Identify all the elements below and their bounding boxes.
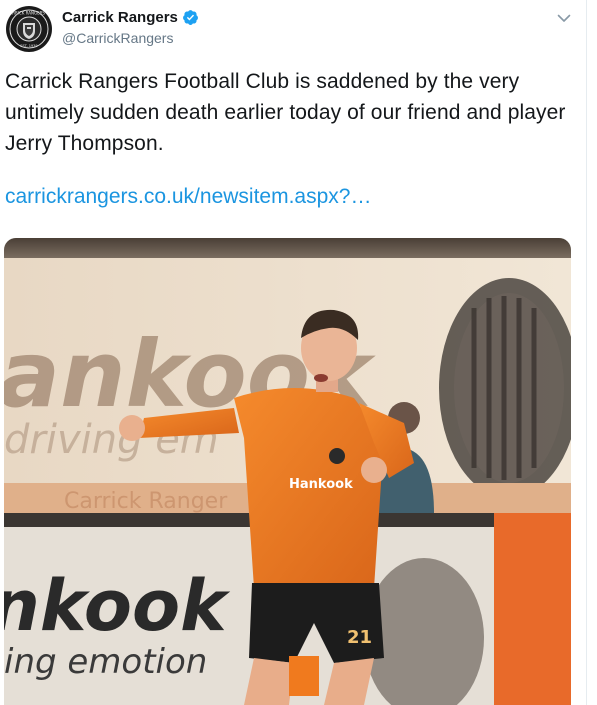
- display-name-row[interactable]: Carrick Rangers: [62, 9, 199, 26]
- shorts-number: 21: [347, 627, 372, 648]
- account-handle[interactable]: @CarrickRangers: [62, 30, 173, 46]
- crest-text-bottom: EST. 1939: [20, 44, 37, 48]
- shirt-sponsor: Hankook: [289, 477, 353, 492]
- tweet-link[interactable]: carrickrangers.co.uk/newsitem.aspx?…: [5, 185, 371, 209]
- banner-bottom-sub: ing emotion: [4, 642, 207, 682]
- verified-badge-icon: [182, 10, 198, 25]
- timeline-divider: [586, 0, 587, 705]
- tweet-text: Carrick Rangers Football Club is saddene…: [5, 70, 566, 155]
- tweet-card: CARRICK RANGERS FC EST. 1939 Carrick Ran…: [0, 0, 586, 705]
- club-crest-icon: CARRICK RANGERS FC EST. 1939: [6, 6, 52, 52]
- chevron-down-icon[interactable]: [555, 9, 573, 27]
- player-celebrating-photo: ankook driving em Carrick Ranger nkook i…: [4, 238, 571, 705]
- tweet-media-photo[interactable]: ankook driving em Carrick Ranger nkook i…: [4, 238, 571, 705]
- banner-mid-text: Carrick Ranger: [64, 489, 228, 514]
- crest-text-top: CARRICK RANGERS FC: [7, 11, 52, 16]
- banner-bottom-text: nkook: [4, 565, 231, 647]
- display-name[interactable]: Carrick Rangers: [62, 9, 178, 26]
- avatar[interactable]: CARRICK RANGERS FC EST. 1939: [6, 6, 52, 52]
